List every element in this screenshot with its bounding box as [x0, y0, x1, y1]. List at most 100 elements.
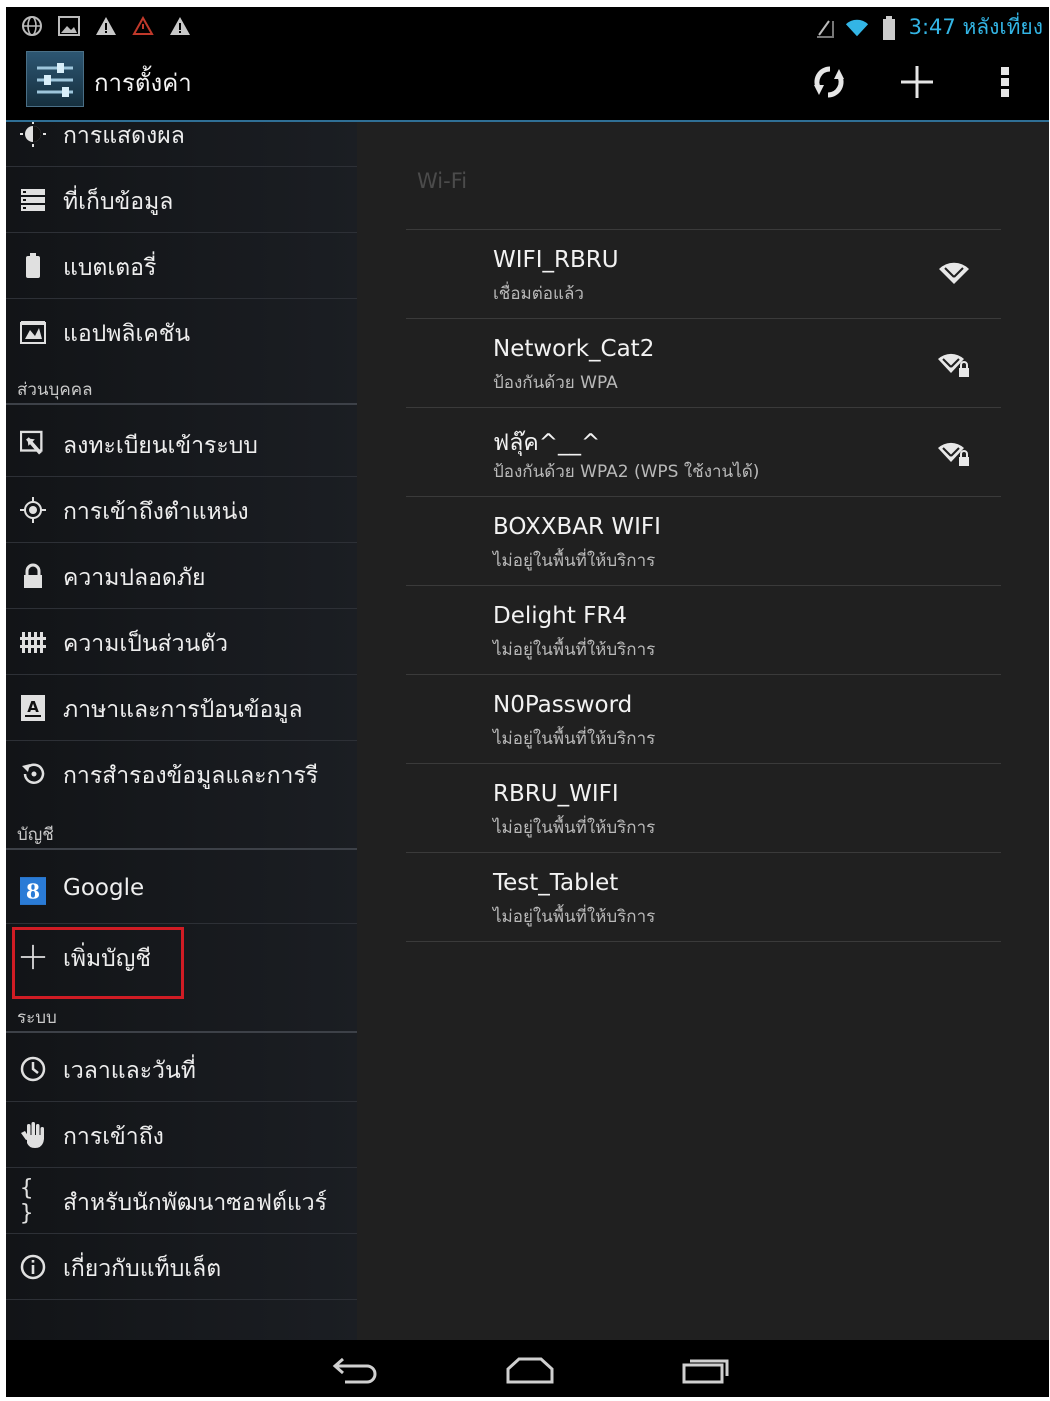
sidebar-item-google[interactable]: 8 Google — [6, 858, 357, 924]
network-ssid: Delight FR4 — [493, 603, 627, 629]
warning-outline-icon — [131, 14, 155, 38]
network-status: ป้องกันด้วย WPA2 (WPS ใช้งานได้) — [493, 462, 760, 482]
sidebar-item-battery[interactable]: แบตเตอรี่ — [6, 233, 357, 299]
google-icon: 8 — [20, 877, 46, 905]
backup-icon — [20, 761, 46, 787]
no-signal-icon — [813, 16, 837, 40]
sidebar-item-label: ความเป็นส่วนตัว — [63, 631, 229, 657]
sidebar-item-label: แบตเตอรี่ — [63, 255, 157, 281]
sidebar-item-about[interactable]: เกี่ยวกับแท็บเล็ต — [6, 1234, 357, 1300]
sidebar-item-label: Google — [63, 875, 145, 901]
sidebar-item-label: การเข้าถึงตำแหน่ง — [63, 499, 249, 525]
home-icon[interactable] — [498, 1350, 562, 1390]
wifi-network-row[interactable]: N0Password ไม่อยู่ในพื้นที่ให้บริการ — [406, 674, 1001, 763]
network-ssid: Test_Tablet — [493, 870, 619, 896]
sidebar-item-language[interactable]: A ภาษาและการป้อนข้อมูล — [6, 675, 357, 741]
brightness-icon — [20, 122, 46, 147]
warning-icon — [168, 14, 192, 38]
page-title: การตั้งค่า — [94, 69, 192, 97]
add-icon[interactable] — [873, 45, 961, 119]
sidebar-item-developer[interactable]: { } สำหรับนักพัฒนาซอฟต์แวร์ — [6, 1168, 357, 1234]
section-header-personal: ส่วนบุคคล — [6, 372, 357, 405]
back-icon[interactable] — [324, 1350, 388, 1390]
section-header-label: บัญชี — [17, 825, 54, 845]
sidebar-item-privacy[interactable]: ความเป็นส่วนตัว — [6, 609, 357, 675]
sidebar-item-accessibility[interactable]: การเข้าถึง — [6, 1102, 357, 1168]
wifi-panel: Wi-Fi WIFI_RBRU เชื่อมต่อแล้ว Network_Ca… — [357, 122, 1049, 1340]
sidebar-item-label: การเข้าถึง — [63, 1124, 164, 1150]
location-icon — [20, 497, 46, 523]
wifi-network-row[interactable]: Network_Cat2 ป้องกันด้วย WPA — [406, 318, 1001, 407]
wifi-network-row[interactable]: Delight FR4 ไม่อยู่ในพื้นที่ให้บริการ — [406, 585, 1001, 674]
sidebar-item-label: แอปพลิเคชัน — [63, 321, 191, 347]
network-ssid: N0Password — [493, 692, 633, 718]
wifi-locked-icon — [938, 353, 969, 377]
clock-time: 3:47 หลังเที่ยง — [908, 15, 1043, 39]
network-status: ไม่อยู่ในพื้นที่ให้บริการ — [493, 640, 656, 660]
braces-icon: { } — [20, 1176, 33, 1226]
sidebar-item-label: สำหรับนักพัฒนาซอฟต์แวร์ — [63, 1190, 328, 1216]
recents-icon[interactable] — [674, 1350, 738, 1390]
action-bar: การตั้งค่า — [6, 45, 1049, 123]
sidebar-item-sign-in[interactable]: ลงทะเบียนเข้าระบบ — [6, 411, 357, 477]
network-ssid: RBRU_WIFI — [493, 781, 619, 807]
overflow-menu-icon[interactable] — [961, 45, 1049, 119]
language-icon: A — [20, 695, 46, 721]
wifi-locked-icon — [938, 442, 969, 466]
sidebar-item-storage[interactable]: ที่เก็บข้อมูล — [6, 167, 357, 233]
sidebar-item-label: ที่เก็บข้อมูล — [63, 189, 174, 215]
network-status: เชื่อมต่อแล้ว — [493, 284, 584, 304]
sidebar-item-label: ความปลอดภัย — [63, 565, 206, 591]
hand-icon — [20, 1122, 46, 1148]
wifi-network-row[interactable]: RBRU_WIFI ไม่อยู่ในพื้นที่ให้บริการ — [406, 763, 1001, 852]
settings-sidebar: การแสดงผล ที่เก็บข้อมูล แบตเตอรี่ แอปพลิ… — [6, 122, 357, 1340]
apps-icon — [20, 319, 46, 345]
wifi-signal-icon — [939, 262, 969, 284]
wifi-section-header: Wi-Fi — [417, 169, 468, 193]
signin-icon — [20, 430, 46, 457]
section-header-label: ระบบ — [17, 1008, 57, 1028]
sync-icon[interactable] — [785, 45, 873, 119]
info-icon — [20, 1254, 46, 1280]
navigation-bar — [6, 1340, 1049, 1397]
sidebar-item-label: เวลาและวันที่ — [63, 1058, 196, 1084]
sidebar-item-location[interactable]: การเข้าถึงตำแหน่ง — [6, 477, 357, 543]
wifi-network-row[interactable]: ฟลุ๊ค^__^ ป้องกันด้วย WPA2 (WPS ใช้งานได… — [406, 407, 1001, 496]
section-header-accounts: บัญชี — [6, 817, 357, 850]
network-status: ป้องกันด้วย WPA — [493, 373, 618, 393]
sidebar-item-apps[interactable]: แอปพลิเคชัน — [6, 299, 357, 365]
list-divider — [406, 941, 1001, 942]
wifi-network-row[interactable]: Test_Tablet ไม่อยู่ในพื้นที่ให้บริการ — [406, 852, 1001, 941]
lock-icon — [20, 563, 46, 589]
sidebar-item-display[interactable]: การแสดงผล — [6, 122, 357, 167]
status-bar: 3:47 หลังเที่ยง — [6, 7, 1049, 45]
image-icon — [57, 14, 81, 38]
wifi-network-row[interactable]: BOXXBAR WIFI ไม่อยู่ในพื้นที่ให้บริการ — [406, 496, 1001, 585]
wifi-icon — [845, 16, 869, 40]
sidebar-item-label: ภาษาและการป้อนข้อมูล — [63, 697, 303, 723]
clock-icon — [20, 1056, 46, 1082]
screen: 3:47 หลังเที่ยง การตั้งค่า การแสดงผล ที่… — [6, 7, 1049, 1397]
sidebar-item-label: การแสดงผล — [63, 123, 185, 149]
network-status: ไม่อยู่ในพื้นที่ให้บริการ — [493, 818, 656, 838]
sidebar-item-security[interactable]: ความปลอดภัย — [6, 543, 357, 609]
privacy-icon — [20, 629, 46, 655]
network-ssid: ฟลุ๊ค^__^ — [493, 430, 601, 456]
svg-text:8: 8 — [26, 879, 40, 903]
sidebar-item-label: ลงทะเบียนเข้าระบบ — [63, 433, 258, 459]
svg-text:A: A — [27, 698, 39, 716]
sidebar-item-date-time[interactable]: เวลาและวันที่ — [6, 1036, 357, 1102]
network-ssid: WIFI_RBRU — [493, 247, 619, 273]
wifi-network-row[interactable]: WIFI_RBRU เชื่อมต่อแล้ว — [406, 229, 1001, 318]
globe-icon — [20, 14, 44, 38]
sidebar-item-backup[interactable]: การสำรองข้อมูลและการรี — [6, 741, 357, 807]
network-ssid: BOXXBAR WIFI — [493, 514, 661, 540]
sidebar-item-label: การสำรองข้อมูลและการรี — [63, 763, 319, 789]
highlight-box — [12, 927, 184, 999]
settings-app-icon[interactable] — [26, 51, 84, 107]
warning-icon — [94, 14, 118, 38]
network-ssid: Network_Cat2 — [493, 336, 655, 362]
network-status: ไม่อยู่ในพื้นที่ให้บริการ — [493, 729, 656, 749]
section-header-label: ส่วนบุคคล — [17, 380, 93, 400]
network-status: ไม่อยู่ในพื้นที่ให้บริการ — [493, 551, 656, 571]
